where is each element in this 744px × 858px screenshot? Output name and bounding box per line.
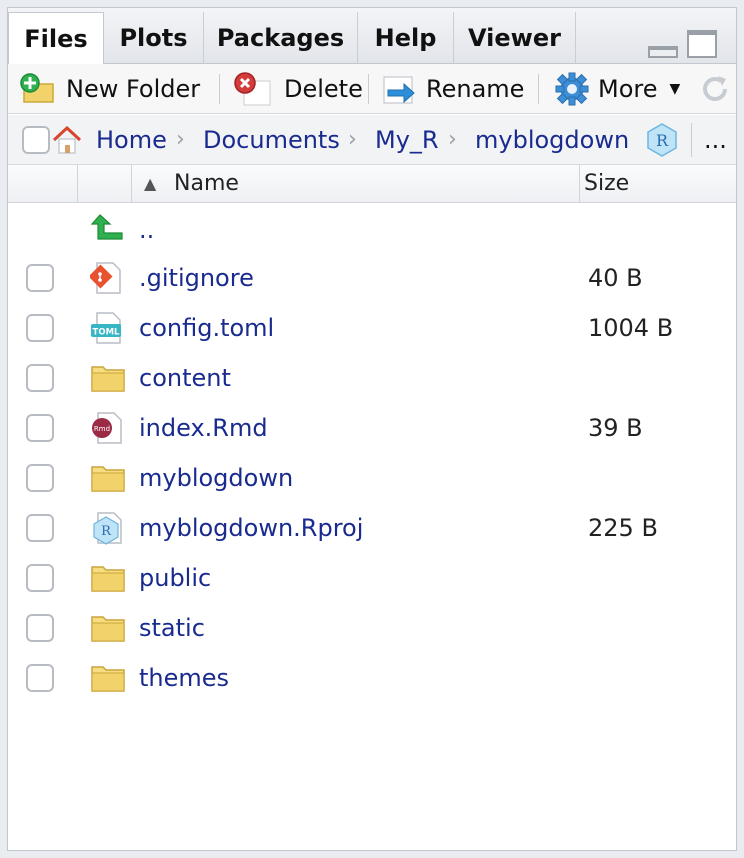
folder-icon [91,616,125,642]
file-row[interactable]: content [8,353,736,403]
new-folder-icon [20,73,54,103]
chevron-right-icon: › [348,127,357,152]
new-folder-button[interactable]: New Folder [18,64,200,114]
name-column-label: Name [174,171,239,196]
toolbar: New Folder Delete Rename More ▼ [8,64,736,114]
delete-icon [234,72,271,106]
chevron-right-icon: › [176,127,185,152]
svg-text:R: R [101,524,112,539]
rename-label: Rename [426,75,525,103]
parent-directory-link[interactable]: .. [139,205,154,255]
file-name-link[interactable]: myblogdown.Rproj [139,503,363,553]
icon-column-header [78,165,132,203]
file-row[interactable]: Rmyblogdown.Rproj 225 B [8,503,736,553]
row-checkbox[interactable] [26,514,54,542]
checkbox-column-header [8,165,78,203]
refresh-button[interactable] [698,64,732,114]
tab-files[interactable]: Files [8,12,104,65]
toolbar-divider [368,74,369,104]
file-row[interactable]: .gitignore 40 B [8,253,736,303]
row-checkbox[interactable] [26,564,54,592]
tab-viewer[interactable]: Viewer [454,12,576,64]
breadcrumb-myblogdown[interactable]: myblogdown [475,115,629,165]
row-checkbox[interactable] [26,264,54,292]
delete-button[interactable]: Delete [232,64,363,114]
tab-plots[interactable]: Plots [104,12,204,64]
toolbar-divider [219,74,220,104]
rename-button[interactable]: Rename [380,64,524,114]
rmd-file-icon: Rmd [92,412,122,444]
toml-file-icon: TOML [91,312,121,344]
row-checkbox[interactable] [26,464,54,492]
breadcrumb-overflow-button[interactable]: ... [704,115,727,165]
file-row[interactable]: Rmd index.Rmd 39 B [8,403,736,453]
tab-help[interactable]: Help [358,12,454,64]
gear-icon [555,72,589,106]
row-checkbox[interactable] [26,614,54,642]
size-column-label: Size [584,171,630,196]
folder-icon [91,466,125,492]
name-column-header[interactable]: ▲ Name [132,165,580,203]
minimize-pane-icon[interactable] [648,46,678,58]
file-name-link[interactable]: .gitignore [139,253,254,303]
row-checkbox[interactable] [26,364,54,392]
file-size: 225 B [588,514,658,542]
folder-icon [91,666,125,692]
tab-bar: Files Plots Packages Help Viewer [8,8,736,65]
up-arrow-icon [90,214,123,240]
file-name-link[interactable]: public [139,553,211,603]
file-row[interactable]: themes [8,653,736,703]
row-checkbox[interactable] [26,414,54,442]
more-label: More [598,75,658,103]
file-name-link[interactable]: themes [139,653,229,703]
more-button[interactable]: More ▼ [554,64,680,114]
chevron-down-icon: ▼ [669,81,681,97]
new-folder-label: New Folder [66,75,201,103]
svg-text:TOML: TOML [93,328,120,338]
refresh-icon [703,76,727,101]
breadcrumb: Home › Documents › My_R › myblogdown R .… [8,115,736,165]
breadcrumb-home[interactable]: Home [96,115,167,165]
folder-icon [91,566,125,592]
column-header: ▲ Name Size [8,165,736,203]
maximize-pane-icon[interactable] [687,30,717,58]
svg-text:R: R [656,131,669,150]
svg-text:Rmd: Rmd [94,425,110,433]
breadcrumb-documents[interactable]: Documents [203,115,340,165]
rproj-icon[interactable]: R [644,122,680,158]
file-row[interactable]: TOML config.toml 1004 B [8,303,736,353]
toolbar-divider [538,74,539,104]
rproj-file-icon: R [93,512,122,545]
file-row[interactable]: public [8,553,736,603]
breadcrumb-my-r[interactable]: My_R [375,115,439,165]
row-checkbox[interactable] [26,314,54,342]
files-pane: Files Plots Packages Help Viewer New Fol… [7,7,737,851]
file-name-link[interactable]: static [139,603,205,653]
file-size: 1004 B [588,314,674,342]
folder-icon [91,366,125,392]
select-all-checkbox[interactable] [22,126,50,154]
file-row[interactable]: myblogdown [8,453,736,503]
file-name-link[interactable]: content [139,353,231,403]
tab-packages[interactable]: Packages [204,12,358,64]
breadcrumb-divider [691,123,692,157]
rename-icon [383,76,415,104]
file-name-link[interactable]: config.toml [139,303,274,353]
chevron-right-icon: › [448,127,457,152]
row-checkbox[interactable] [26,664,54,692]
parent-directory-row[interactable]: .. [8,203,736,253]
file-size: 40 B [588,264,643,292]
sort-ascending-icon: ▲ [144,174,157,193]
git-file-icon [90,262,121,294]
size-column-header[interactable]: Size [580,165,736,203]
file-name-link[interactable]: index.Rmd [139,403,268,453]
delete-label: Delete [284,75,363,103]
file-size: 39 B [588,414,643,442]
home-icon[interactable] [50,123,84,157]
file-row[interactable]: static [8,603,736,653]
file-name-link[interactable]: myblogdown [139,453,293,503]
